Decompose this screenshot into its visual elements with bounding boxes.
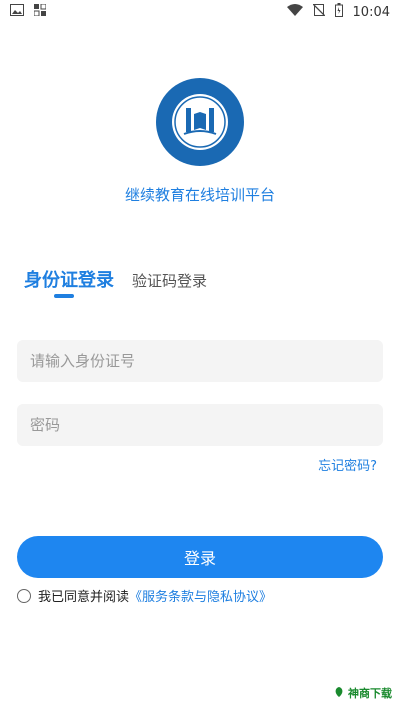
grid-icon: [33, 3, 47, 20]
status-time: 10:04: [352, 4, 390, 20]
app-name: 继续教育在线培训平台: [124, 186, 275, 204]
agreement-text: 我已同意并阅读: [38, 590, 130, 605]
agreement-row: 我已同意并阅读 《服务条款与隐私协议》: [17, 586, 272, 605]
watermark-text: 神商下载: [348, 687, 392, 700]
agreement-radio[interactable]: [17, 588, 31, 603]
password-input[interactable]: [28, 415, 372, 435]
agreement-link[interactable]: 《服务条款与隐私协议》: [129, 586, 272, 605]
active-tab-indicator: [54, 294, 74, 298]
id-number-field: [17, 340, 383, 382]
status-bar: 10:04: [0, 0, 400, 24]
tab-label: 验证码登录: [132, 272, 208, 290]
no-sim-icon: [312, 3, 325, 20]
login-tabs: 身份证登录 验证码登录: [24, 266, 207, 298]
forgot-password-link[interactable]: 忘记密码?: [318, 455, 377, 474]
battery-icon: [334, 3, 343, 21]
university-logo: [156, 78, 244, 166]
tab-label: 身份证登录: [24, 270, 114, 291]
wifi-icon: [286, 4, 303, 20]
watermark: 神商下载: [333, 685, 392, 701]
password-field: [17, 404, 383, 446]
tab-code-login[interactable]: 验证码登录: [132, 270, 207, 292]
login-button[interactable]: 登录: [17, 536, 383, 578]
leaf-icon: [333, 686, 345, 701]
image-icon: [10, 4, 24, 20]
tab-id-card-login[interactable]: 身份证登录: [24, 266, 114, 298]
id-number-input[interactable]: [28, 351, 372, 371]
